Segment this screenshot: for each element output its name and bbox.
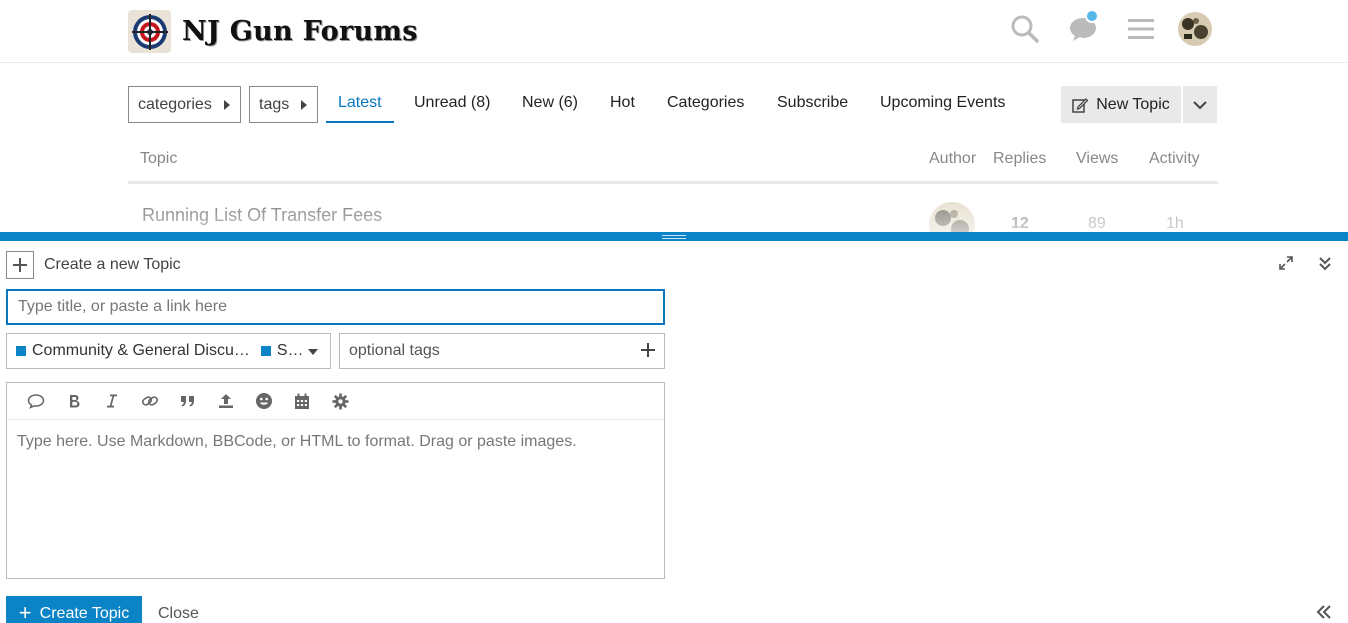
site-header: NJ Gun Forums (0, 0, 1348, 63)
nav-unread[interactable]: Unread (8) (414, 94, 490, 112)
category-chooser[interactable]: Community & General Discu… S… (6, 333, 331, 369)
quote-icon[interactable] (169, 386, 207, 416)
fullscreen-toggle[interactable] (1278, 255, 1294, 276)
editor-toolbar (7, 383, 664, 420)
plus-icon (13, 258, 27, 272)
double-chevron-left-icon (1316, 605, 1331, 619)
link-icon[interactable] (131, 386, 169, 416)
upload-icon[interactable] (207, 386, 245, 416)
column-views[interactable]: Views (1076, 150, 1118, 168)
italic-icon[interactable] (93, 386, 131, 416)
nav-hot[interactable]: Hot (610, 94, 635, 112)
chat-icon[interactable] (1066, 9, 1100, 46)
logo-icon (128, 10, 171, 53)
subcategory-color-swatch (260, 346, 271, 356)
expand-icon (1279, 256, 1293, 270)
search-icon[interactable] (1008, 12, 1042, 46)
chevron-down-icon (1193, 100, 1207, 109)
nav-upcoming-events[interactable]: Upcoming Events (880, 94, 1005, 112)
column-activity[interactable]: Activity (1149, 150, 1200, 168)
nav-new[interactable]: New (6) (522, 94, 578, 112)
tags-dropdown-label: tags (259, 95, 290, 113)
bold-icon[interactable] (55, 386, 93, 416)
composer-action-label: Create a new Topic (44, 256, 181, 273)
subcategory-name: S… (276, 342, 304, 359)
plus-icon: + (18, 600, 32, 623)
topic-title[interactable]: Running List Of Transfer Fees (142, 205, 382, 226)
views-count: 89 (1088, 215, 1106, 232)
site-title: NJ Gun Forums (182, 16, 418, 47)
close-composer-link[interactable]: Close (158, 605, 199, 623)
topic-list-header: Topic Author Replies Views Activity (128, 140, 1218, 184)
notification-dot (1085, 9, 1099, 23)
column-author: Author (929, 150, 977, 167)
topic-title-input[interactable] (6, 289, 665, 325)
calendar-icon[interactable] (283, 386, 321, 416)
composer-actions-button[interactable] (6, 251, 34, 279)
editor-textarea[interactable] (7, 421, 664, 578)
navigation-bar: categories tags Latest Unread (8) New (6… (128, 85, 1218, 125)
resize-grippie[interactable] (662, 235, 686, 239)
new-topic-label: New Topic (1096, 95, 1170, 113)
editor (6, 382, 665, 579)
site-logo[interactable]: NJ Gun Forums (128, 10, 418, 53)
user-avatar[interactable] (1178, 12, 1212, 46)
categories-dropdown[interactable]: categories (128, 86, 241, 123)
column-replies[interactable]: Replies (993, 150, 1046, 168)
nav-categories[interactable]: Categories (667, 94, 744, 112)
activity-time[interactable]: 1h (1166, 215, 1184, 233)
double-chevron-down-icon (1319, 257, 1331, 271)
replies-count: 12 (1011, 215, 1029, 232)
create-topic-label: Create Topic (39, 605, 130, 622)
edit-icon (1072, 97, 1089, 113)
speech-bubble-icon[interactable] (17, 386, 55, 416)
column-topic[interactable]: Topic (140, 150, 177, 168)
caret-down-icon (308, 349, 318, 355)
hamburger-icon[interactable] (1124, 12, 1158, 46)
table-row[interactable]: Running List Of Transfer Fees 12 89 1h (128, 188, 1218, 248)
category-color-swatch (16, 346, 26, 356)
composer-panel: Create a new Topic Community & General D… (0, 232, 1348, 623)
caret-right-icon (224, 100, 230, 110)
minimize-toggle[interactable] (1318, 255, 1332, 276)
create-topic-button[interactable]: + Create Topic (6, 596, 142, 623)
tags-dropdown[interactable]: tags (249, 86, 318, 123)
active-tab-indicator (326, 121, 394, 123)
caret-right-icon (301, 100, 307, 110)
category-name: Community & General Discu… (32, 342, 250, 359)
new-topic-menu-button[interactable] (1183, 86, 1217, 123)
plus-icon (640, 342, 656, 363)
new-topic-button[interactable]: New Topic (1061, 86, 1181, 123)
nav-subscribe[interactable]: Subscribe (777, 94, 848, 112)
toggle-preview-button[interactable] (1316, 605, 1332, 623)
tag-chooser[interactable]: optional tags (339, 333, 665, 369)
tag-chooser-placeholder: optional tags (349, 342, 440, 359)
emoji-icon[interactable] (245, 386, 283, 416)
categories-dropdown-label: categories (138, 95, 212, 113)
gear-icon[interactable] (321, 386, 359, 416)
nav-latest[interactable]: Latest (338, 94, 382, 112)
